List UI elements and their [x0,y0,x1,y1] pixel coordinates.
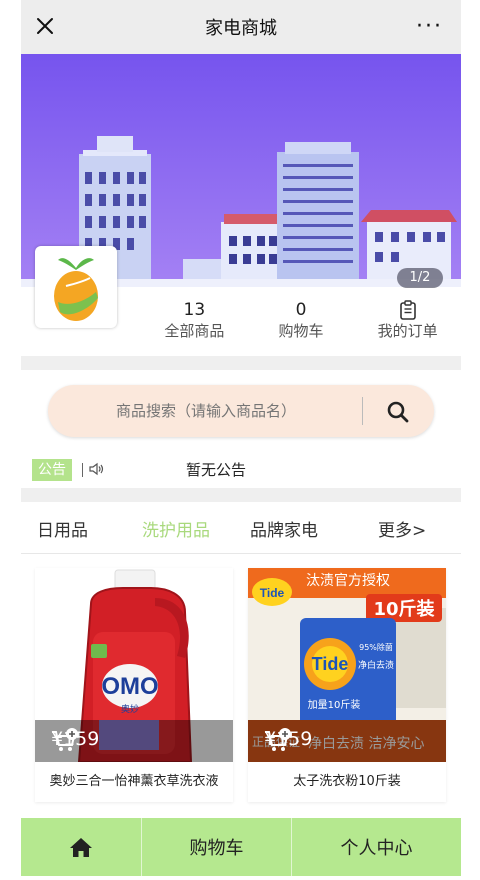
carousel-pager: 1/2 [397,268,443,288]
stat-label: 我的订单 [377,322,438,340]
search-input[interactable] [48,385,364,437]
nav-label: 个人中心 [340,838,413,859]
notice-separator [82,463,83,477]
category-tabs: 日用品 洗护用品 品牌家电 更多> [21,504,461,554]
product-image-promo: 95%除菌 [359,642,393,652]
tab-washing-care[interactable]: 洗护用品 [142,516,210,541]
product-image-white: 净白去渍 [358,659,394,671]
product-image-big: 10斤装 [373,598,434,620]
tab-daily-goods[interactable]: 日用品 [37,516,88,541]
close-icon[interactable] [33,14,57,38]
product-image-top: 汰渍官方授权 [306,573,390,589]
product-image-brand: Tide [312,654,349,674]
stat-all-products[interactable]: 13 全部商品 [141,300,248,348]
product-name: 太子洗衣粉10斤装 [293,774,401,789]
bottom-nav: 购物车 个人中心 [21,818,461,876]
section-divider [21,488,461,502]
stat-value: 0 [295,300,307,320]
shop-logo [35,246,117,328]
tab-brand-appliances[interactable]: 品牌家电 [250,516,318,541]
order-list-icon [354,300,461,320]
search-bar [48,385,434,437]
nav-home[interactable] [21,818,142,876]
add-to-cart-icon[interactable] [264,728,434,759]
shop-stats: 13 全部商品 0 购物车 我的订单 [141,300,461,348]
home-icon [70,838,92,857]
search-icon [387,401,409,423]
tab-more[interactable]: 更多> [378,516,426,541]
stat-my-orders[interactable]: 我的订单 [354,300,461,348]
outer-right-margin [461,0,480,880]
app-screen: 家电商城 ··· 1/2 13 全部商品 0 购物车 我的订单 商品搜索（请输入… [21,0,461,880]
search-button[interactable] [378,397,418,427]
notice-text: 暂无公告 [186,461,247,479]
nav-profile[interactable]: 个人中心 [292,818,461,876]
title-bar: 家电商城 ··· [21,0,461,54]
product-name: 奥妙三合一怡神薰衣草洗衣液 [49,774,219,789]
speaker-icon [89,461,105,480]
product-image-sub: 奥妙 [121,703,139,715]
nav-cart[interactable]: 购物车 [142,818,292,876]
product-card[interactable]: OMO 奥妙 ¥159 奥妙三合一怡神薰衣草洗衣液 [35,568,233,802]
stat-label: 购物车 [278,322,324,340]
section-divider [21,356,461,370]
mango-logo-icon [54,258,98,321]
search-divider [362,397,363,425]
stat-label: 全部商品 [164,322,225,340]
svg-text:Tide: Tide [260,586,285,600]
price-overlay: ¥159 [35,720,233,762]
product-image-brand: OMO [101,673,158,700]
more-menu-button[interactable]: ··· [416,16,443,38]
product-card[interactable]: 汰渍官方授权 Tide 10斤装 Tide 95%除菌 净白去渍 加量10斤装 … [248,568,446,802]
stat-cart[interactable]: 0 购物车 [248,300,355,348]
add-to-cart-icon[interactable] [51,728,221,759]
notice-bar: 公告 暂无公告 [32,458,246,482]
notice-tag: 公告 [32,459,72,481]
price-overlay: ¥159 [248,720,446,762]
outer-left-margin [0,0,21,880]
page-title: 家电商城 [205,18,277,39]
nav-label: 购物车 [189,838,244,859]
product-image-weight: 加量10斤装 [308,698,361,711]
stat-value: 13 [183,300,206,320]
